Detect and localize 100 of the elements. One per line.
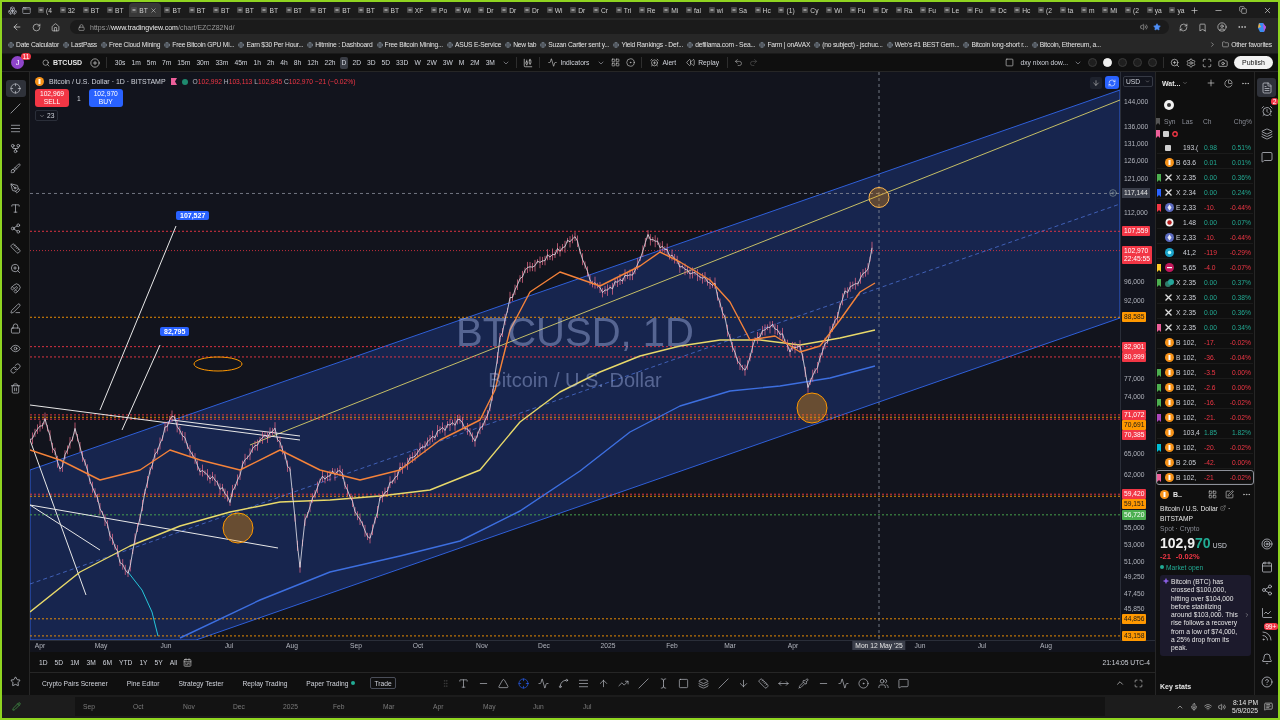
drawing-tool-button[interactable] [737,677,750,689]
flag-icon[interactable] [1157,383,1161,392]
favicon-icon [358,7,365,13]
back-icon[interactable] [12,22,22,32]
favicon-icon [966,7,973,13]
logo-icon[interactable] [1257,21,1268,33]
favicon-icon [943,7,950,13]
last-price: 102,970 [1160,535,1211,551]
fullscreen-icon[interactable] [1202,57,1213,68]
workspaces-icon[interactable] [8,5,17,15]
caret-icon [1182,80,1189,86]
drawing-tool-button[interactable] [497,677,510,689]
layers-icon [1260,127,1273,140]
drawing-tool-button[interactable] [837,677,850,689]
speaker-icon[interactable] [1140,23,1148,31]
square-icon[interactable] [1005,58,1015,67]
window-icon[interactable] [22,5,31,15]
sync-button[interactable] [1105,76,1119,89]
favicon-icon [478,7,485,13]
notification-icon[interactable] [1264,702,1273,711]
calendar-icon [1260,560,1273,573]
star-icon[interactable] [1153,23,1161,31]
flag-icon[interactable] [1157,263,1161,272]
external-link-icon[interactable] [1220,505,1226,511]
line-icon [10,103,21,114]
grid-icon[interactable] [1208,489,1217,499]
drawing-tool-button[interactable] [797,677,810,689]
side-panel-button[interactable] [1257,78,1276,97]
coin-icon [1165,248,1174,257]
flag-icon[interactable] [1157,173,1161,182]
flag-icon[interactable] [170,78,177,85]
drawing-tool-button[interactable] [457,677,470,689]
refresh-icon[interactable] [1179,22,1188,32]
circle-toggle-icon[interactable] [1133,58,1143,67]
plus-icon[interactable] [1206,78,1216,88]
grid-icon[interactable] [611,58,621,67]
favicon-icon [237,7,244,13]
zigzag-icon [538,677,550,689]
home-icon[interactable] [51,22,60,32]
flag-icon[interactable] [1157,398,1161,407]
reload-icon[interactable] [32,22,41,32]
drawing-tool-button[interactable] [597,677,610,689]
circle-toggle-icon[interactable] [1148,58,1158,67]
alarm-clock-icon [650,58,660,67]
drawing-tool-button[interactable] [757,677,770,689]
zoom-icon[interactable] [1170,57,1181,68]
add-icon[interactable] [1109,189,1117,198]
favicon-icon [309,7,316,13]
coin-icon [1165,353,1174,362]
wifi-icon[interactable] [1203,702,1212,711]
star-icon[interactable] [10,676,21,687]
camera-icon[interactable] [1218,57,1229,68]
flag-icon[interactable] [1157,473,1161,482]
profile-icon[interactable] [1217,22,1227,32]
flag-icon[interactable] [1157,278,1161,287]
line-icon [718,677,730,689]
bookmark-icon[interactable] [1198,22,1207,32]
drawing-tool-button[interactable] [537,677,550,689]
chevron-up-icon[interactable] [1115,678,1125,688]
drawing-tool-button[interactable] [637,677,650,689]
drawing-tool-button[interactable] [557,677,570,689]
globe-icon [63,41,70,48]
close-tab-icon[interactable] [149,6,157,14]
drawing-tool-button[interactable] [897,677,910,689]
flag-icon[interactable] [1157,443,1161,452]
circle-toggle-icon[interactable] [1118,58,1128,67]
favicon-icon [212,7,219,13]
restore-icon[interactable] [1239,6,1247,14]
close-icon[interactable] [1263,5,1272,15]
globe-icon [8,41,14,48]
globe-icon [307,41,314,48]
maximize-icon[interactable] [1134,678,1143,688]
new-tab-icon[interactable] [1190,5,1200,15]
favicon-icon [990,7,997,13]
circle-dot-icon[interactable] [626,58,636,67]
comment-icon [898,677,910,689]
add-symbol-icon[interactable] [90,57,101,68]
speaker-icon[interactable] [1217,702,1226,711]
scroll-down-button[interactable] [1090,76,1102,89]
drawing-tool-button[interactable] [857,677,870,689]
flag-icon[interactable] [1157,368,1161,377]
drawing-tool-button[interactable] [877,677,890,689]
lock-icon [78,23,85,31]
undo-icon[interactable] [734,58,744,67]
circle-toggle-icon[interactable] [1088,58,1098,67]
tool-button[interactable] [5,80,26,97]
circle-logo-icon[interactable] [1164,99,1174,110]
drawing-tool-button[interactable] [677,677,690,689]
drawing-tool-button[interactable] [697,677,710,689]
coin-icon [1165,338,1174,347]
drawing-tool-button[interactable] [577,677,590,689]
flag-icon[interactable] [1157,323,1161,332]
drawing-tool-button[interactable] [717,677,730,689]
microphone-icon[interactable] [1189,702,1198,711]
edit-icon[interactable] [1225,489,1234,499]
pie-chart-icon[interactable] [1224,78,1233,88]
settings-icon[interactable] [1186,57,1197,68]
chevron-right-icon[interactable] [1209,41,1217,48]
candlestick-icon[interactable] [523,57,534,68]
calendar-icon[interactable] [183,657,193,667]
